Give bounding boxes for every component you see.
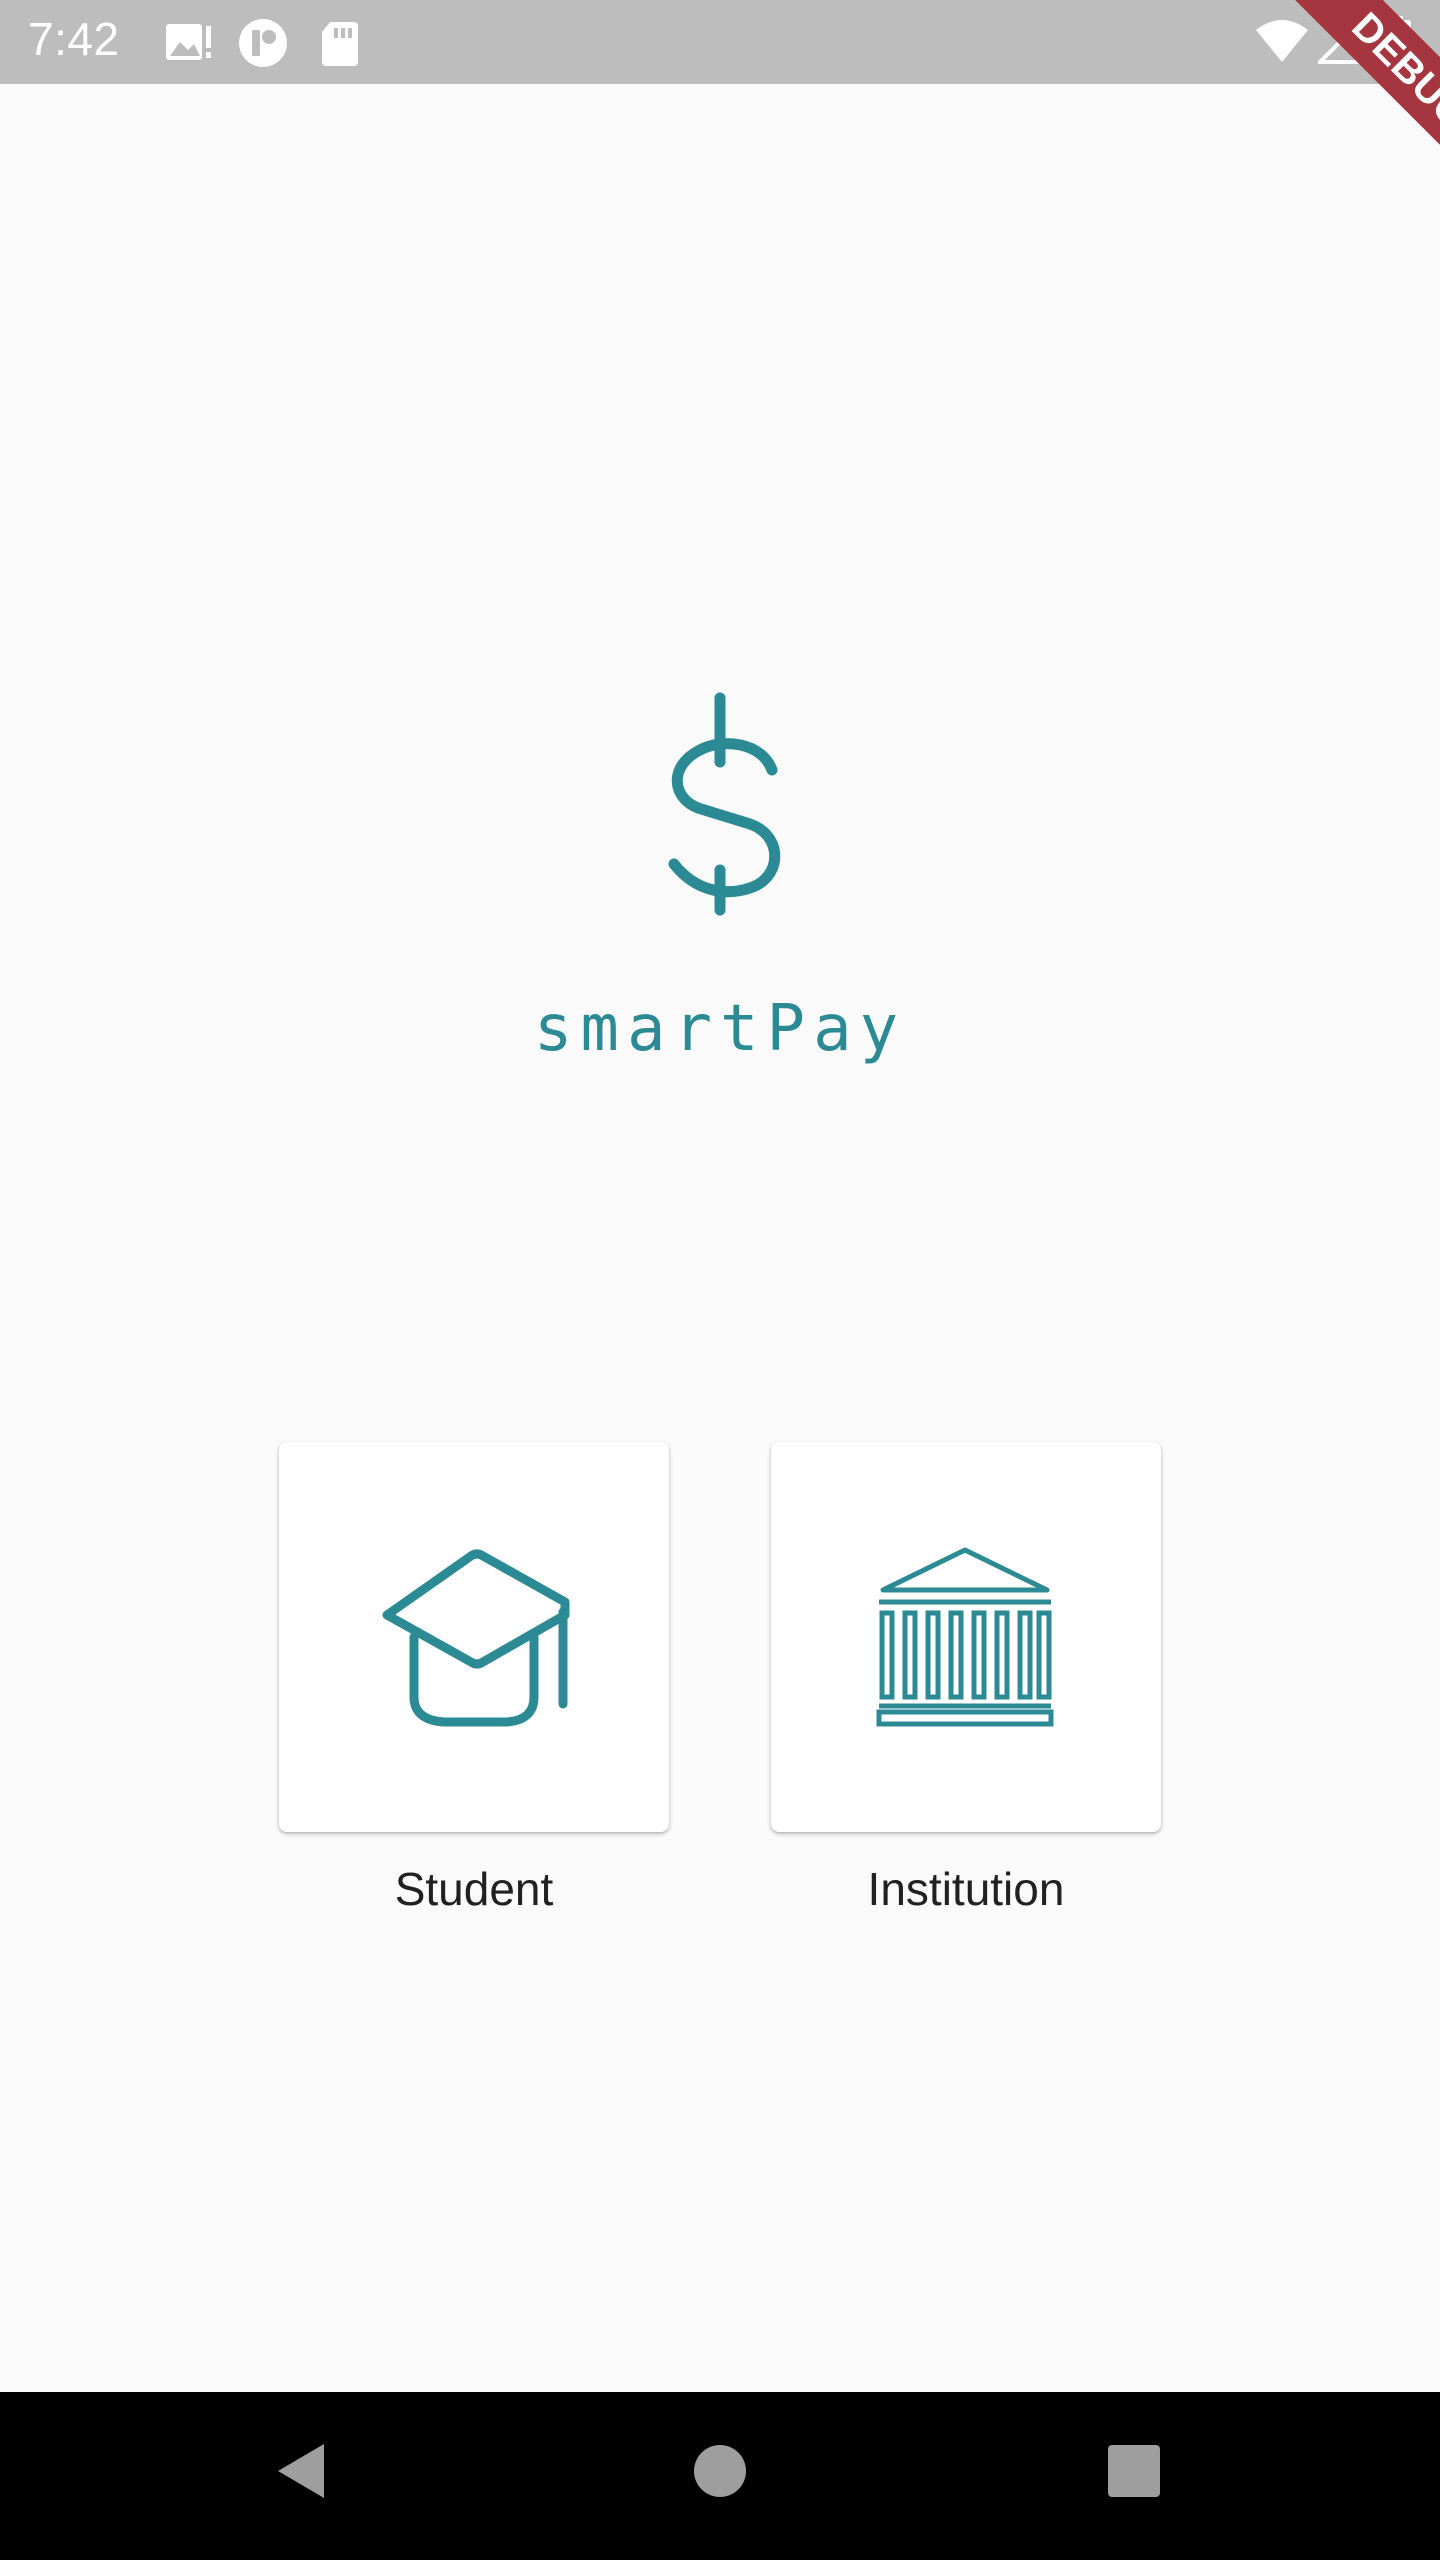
institution-label: Institution	[867, 1863, 1065, 1915]
debug-banner: DEBUG	[1200, 0, 1440, 240]
institution-building-icon	[876, 1547, 1054, 1727]
institution-card[interactable]	[771, 1442, 1161, 1832]
student-label: Student	[394, 1863, 554, 1915]
debug-label: DEBUG	[1260, 0, 1440, 221]
image-alert-icon	[164, 20, 214, 68]
app-indicator-icon	[238, 18, 288, 72]
brand-name: smartPay	[534, 992, 906, 1066]
status-time: 7:42	[28, 13, 120, 65]
dollar-sign-icon	[668, 692, 781, 916]
sd-card-icon	[320, 20, 360, 70]
graduation-cap-icon	[382, 1549, 570, 1727]
navigation-bar	[0, 2392, 1440, 2560]
back-icon[interactable]	[270, 2436, 334, 2510]
app-logo: smartPay	[500, 680, 940, 1100]
recents-icon[interactable]	[1106, 2436, 1162, 2510]
home-icon[interactable]	[690, 2436, 750, 2510]
student-card[interactable]	[279, 1442, 669, 1832]
